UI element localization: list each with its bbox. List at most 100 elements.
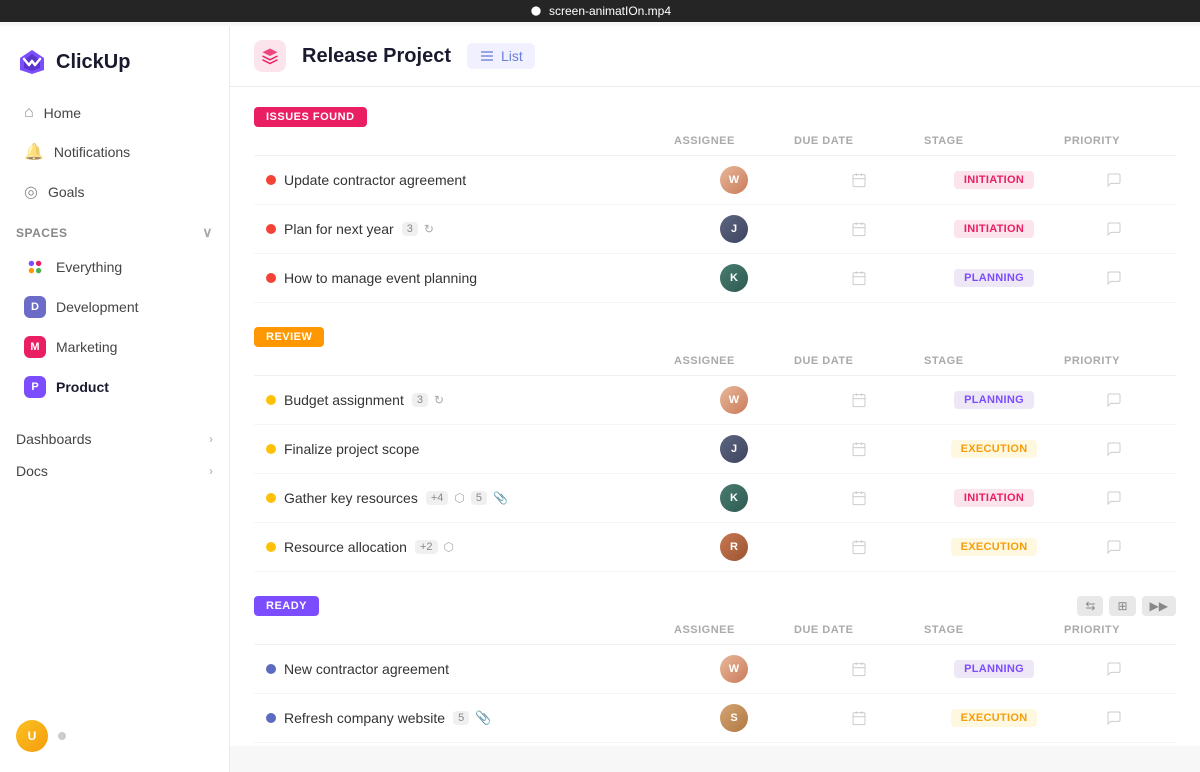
col-task-name-rd [266,624,674,636]
assignee-cell: S [674,704,794,732]
priority-cell [1064,441,1164,457]
sidebar-item-home[interactable]: ⌂ Home [8,95,221,131]
task-status-dot [266,175,276,185]
sidebar-dashboards-label: Dashboards [16,431,92,447]
link-icon: ⬡ [454,491,464,505]
stage-cell: PLANNING [924,391,1064,409]
task-name-cell: How to manage event planning [266,270,674,286]
task-status-dot [266,273,276,283]
docs-chevron-icon: › [209,464,213,478]
toolbar-btn-2[interactable]: ⊞ [1109,596,1135,616]
sidebar-docs-label: Docs [16,463,48,479]
task-status-dot [266,493,276,503]
task-meta: 5 📎 [453,710,491,726]
product-space-dot: P [24,376,46,398]
spaces-section-header: Spaces ∨ [0,212,229,247]
issues-section-header: ISSUES FOUND [254,107,1176,127]
col-duedate-r: DUE DATE [794,355,924,367]
priority-cell [1064,539,1164,555]
stage-cell: PLANNING [924,660,1064,678]
sidebar-item-development[interactable]: D Development [8,288,221,326]
avatar: W [720,386,748,414]
task-status-dot [266,713,276,723]
avatar: R [720,533,748,561]
stage-badge: INITIATION [954,489,1034,507]
section-ready: READY ⇆ ⊞ ▶▶ ASSIGNEE DUE DATE STAGE PRI… [254,596,1176,746]
sidebar: ClickUp ⌂ Home 🔔 Notifications ◎ Goals S… [0,26,230,772]
due-date-cell [794,172,924,188]
link-icon2: ⬡ [444,540,454,554]
sidebar-item-product[interactable]: P Product [8,368,221,406]
sidebar-item-docs[interactable]: Docs › [0,455,229,487]
assignee-cell: R [674,533,794,561]
recording-bar: screen-animatIOn.mp4 [0,0,1200,22]
col-priority-r: PRIORITY [1064,355,1164,367]
task-label: Finalize project scope [284,441,419,457]
task-name-cell: Gather key resources +4 ⬡ 5 📎 [266,490,674,506]
priority-cell [1064,392,1164,408]
stage-cell: INITIATION [924,489,1064,507]
logo: ClickUp [0,38,229,94]
col-duedate-1: DUE DATE [794,135,924,147]
assignee-cell: W [674,166,794,194]
trophy-icon: ◎ [24,182,38,202]
recording-filename: screen-animatIOn.mp4 [549,4,671,18]
list-view-button[interactable]: List [467,43,535,69]
sidebar-everything-label: Everything [56,259,122,275]
sidebar-notifications-label: Notifications [54,144,130,160]
sidebar-item-marketing[interactable]: M Marketing [8,328,221,366]
col-task-name-r [266,355,674,367]
assignee-cell: K [674,264,794,292]
assignee-cell: W [674,655,794,683]
project-icon [254,40,286,72]
table-row: How to manage event planning K PLANNING [254,254,1176,303]
col-assignee-1: ASSIGNEE [674,135,794,147]
col-stage-1: STAGE [924,135,1064,147]
content-area: ISSUES FOUND ASSIGNEE DUE DATE STAGE PRI… [230,87,1200,746]
toolbar-btn-3[interactable]: ▶▶ [1142,596,1176,616]
table-row: Finalize project scope J EXECUTION [254,425,1176,474]
toolbar-btn-1[interactable]: ⇆ [1077,596,1103,616]
avatar: W [720,655,748,683]
review-section-header: REVIEW [254,327,1176,347]
task-label: Update contractor agreement [284,172,466,188]
task-label: Budget assignment [284,392,404,408]
ready-section-header: READY ⇆ ⊞ ▶▶ [254,596,1176,616]
stage-cell: INITIATION [924,220,1064,238]
spaces-collapse-icon[interactable]: ∨ [202,224,213,241]
task-meta: 3 ↻ [402,222,434,236]
task-name-cell: Resource allocation +2 ⬡ [266,539,674,555]
table-row: Resource allocation +2 ⬡ R EXECUTION [254,523,1176,572]
avatar: K [720,484,748,512]
stage-badge: INITIATION [954,171,1034,189]
stage-badge: PLANNING [954,269,1034,287]
due-date-cell [794,661,924,677]
main-content: Release Project List ISSUES FOUND ASSIGN… [230,26,1200,746]
sidebar-marketing-label: Marketing [56,339,117,355]
meta-count: 3 [402,222,418,236]
stage-cell: EXECUTION [924,538,1064,556]
ready-table-header: ASSIGNEE DUE DATE STAGE PRIORITY [254,616,1176,645]
dashboards-chevron-icon: › [209,432,213,446]
priority-cell [1064,270,1164,286]
stage-badge: EXECUTION [951,538,1038,556]
task-status-dot [266,224,276,234]
stage-cell: PLANNING [924,269,1064,287]
stage-badge: INITIATION [954,220,1034,238]
avatar: J [720,435,748,463]
sidebar-item-goals[interactable]: ◎ Goals [8,173,221,211]
due-date-cell [794,539,924,555]
task-name-cell: New contractor agreement [266,661,674,677]
review-table-header: ASSIGNEE DUE DATE STAGE PRIORITY [254,347,1176,376]
task-label: Gather key resources [284,490,418,506]
meta-count: 5 [453,711,469,725]
sidebar-item-dashboards[interactable]: Dashboards › [0,423,229,455]
sidebar-item-notifications[interactable]: 🔔 Notifications [8,133,221,171]
task-label: How to manage event planning [284,270,477,286]
sidebar-item-everything[interactable]: Everything [8,248,221,286]
issues-table-header: ASSIGNEE DUE DATE STAGE PRIORITY [254,127,1176,156]
cycle-icon: ↻ [434,393,444,407]
task-status-dot [266,542,276,552]
stage-badge: EXECUTION [951,440,1038,458]
assignee-cell: K [674,484,794,512]
